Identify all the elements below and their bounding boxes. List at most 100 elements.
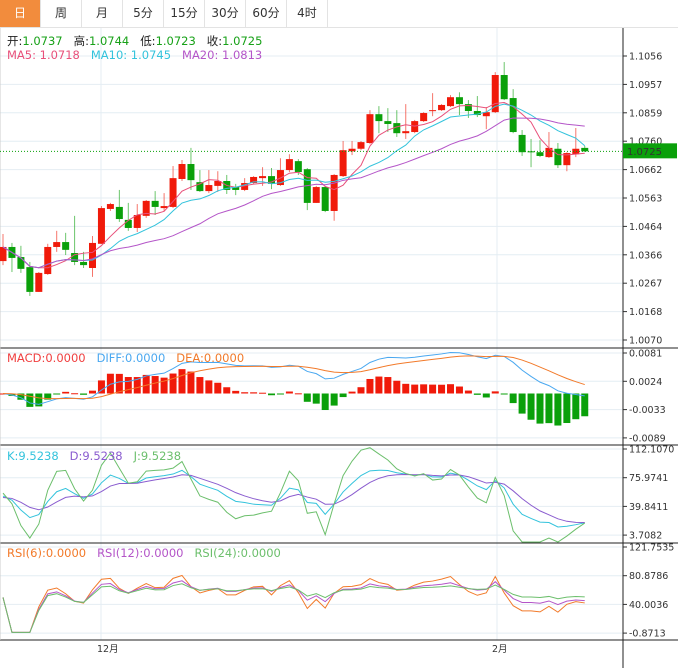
candle <box>187 147 195 190</box>
macd-bar <box>151 376 159 394</box>
candle <box>447 95 454 107</box>
candle <box>124 202 132 231</box>
macd-bar <box>178 369 186 394</box>
macd-bar <box>500 393 508 395</box>
macd-bar <box>71 393 79 395</box>
candle <box>375 106 383 134</box>
price-tick-label: 1.1056 <box>629 52 662 63</box>
candle-body <box>366 114 374 143</box>
macd-bar <box>357 387 365 394</box>
macd-bar <box>482 393 490 398</box>
open-value: 1.0737 <box>22 34 63 48</box>
rsi12-value: RSI(12):0.0000 <box>97 546 184 560</box>
candle-body <box>339 150 347 177</box>
candle <box>196 170 204 192</box>
candle-body <box>375 114 383 122</box>
macd-bar <box>187 371 195 394</box>
candle-body <box>285 159 293 171</box>
macd-tick-label: -0.0033 <box>629 405 666 416</box>
price-tick-label: 1.0366 <box>629 250 662 261</box>
macd-bar <box>491 391 499 394</box>
candle <box>97 206 105 244</box>
candle-body <box>455 97 463 105</box>
candle-body <box>160 206 168 209</box>
candle-body <box>187 164 195 181</box>
rsi-tick-label: 80.8786 <box>629 571 668 582</box>
macd-bar <box>196 377 204 394</box>
candle <box>44 243 52 275</box>
macd-tick-label: -0.0089 <box>629 433 666 444</box>
close-value: 1.0725 <box>222 34 263 48</box>
candle <box>151 191 159 215</box>
candle-body <box>17 257 25 269</box>
macd-bar <box>536 393 544 424</box>
x-axis-label: 2月 <box>492 644 508 655</box>
dea-value: DEA:0.0000 <box>176 351 245 365</box>
candle-body <box>169 178 177 207</box>
macd-bar <box>312 393 320 404</box>
kdj-legend: K:9.5238 D:9.5238 J:9.5238 <box>7 449 181 463</box>
low-value: 1.0723 <box>155 34 196 48</box>
macd-bar <box>393 380 401 394</box>
macd-bar <box>384 377 392 394</box>
ma20-value: MA20: 1.0813 <box>182 48 263 62</box>
rsi-tick-label: 40.0036 <box>629 600 668 611</box>
rsi-tick-label: 121.7535 <box>629 543 674 554</box>
candle-body <box>53 242 61 247</box>
candle <box>53 230 61 252</box>
candle <box>384 108 392 133</box>
candle-body <box>429 110 437 112</box>
candle-body <box>357 142 365 149</box>
macd-bar <box>223 387 231 394</box>
macd-value: MACD:0.0000 <box>7 351 86 365</box>
candle <box>232 183 240 196</box>
macd-bar <box>62 391 70 394</box>
candle-body <box>312 187 320 203</box>
candle <box>455 92 463 116</box>
current-price-label: 1.0725 <box>627 147 662 158</box>
candle <box>106 202 114 211</box>
d-value: D:9.5238 <box>69 449 123 463</box>
candle <box>0 234 7 266</box>
candle <box>518 130 526 156</box>
candle-body <box>97 208 105 244</box>
candle-body <box>294 161 302 173</box>
candle <box>133 204 141 232</box>
rsi-tick-label: -0.8713 <box>629 629 666 640</box>
macd-bar <box>285 391 293 394</box>
macd-bar <box>241 392 249 394</box>
macd-bar <box>473 393 481 395</box>
macd-bar <box>572 393 580 420</box>
macd-bar <box>339 393 347 398</box>
price-tick-label: 1.0957 <box>629 80 662 91</box>
macd-bar <box>447 384 454 394</box>
candle <box>268 168 275 190</box>
kdj-tick-label: 39.8411 <box>629 502 668 513</box>
macd-bar <box>375 376 383 394</box>
macd-bar <box>402 383 410 394</box>
candle <box>339 140 347 177</box>
chart-canvas[interactable]: 1.10561.09571.08591.07601.06621.05631.04… <box>0 0 678 668</box>
candle <box>205 170 213 194</box>
candle-body <box>115 206 123 220</box>
macd-bar <box>527 393 535 420</box>
macd-tick-label: 0.0024 <box>629 377 662 388</box>
kline-chart-widget: 日 周 月 5分 15分 30分 60分 4时 1.1056 1.0957 1.08… <box>0 0 678 668</box>
candle-body <box>447 97 454 107</box>
candle <box>438 104 446 112</box>
ohlc-legend: 开:1.0737 高:1.0744 低:1.0723 收:1.0725 <box>7 33 262 49</box>
candle-body <box>500 75 508 100</box>
candle-body <box>518 134 526 153</box>
candle <box>420 112 428 122</box>
macd-bar <box>205 380 213 394</box>
candle-body <box>106 204 114 209</box>
candle-body <box>62 242 70 250</box>
candle-body <box>536 152 544 156</box>
candle <box>357 140 365 151</box>
macd-bar <box>545 393 553 424</box>
candle <box>89 236 96 277</box>
macd-bar <box>214 382 222 394</box>
candle-body <box>509 98 517 133</box>
diff-value: DIFF:0.0000 <box>96 351 166 365</box>
candle-body <box>80 261 88 266</box>
